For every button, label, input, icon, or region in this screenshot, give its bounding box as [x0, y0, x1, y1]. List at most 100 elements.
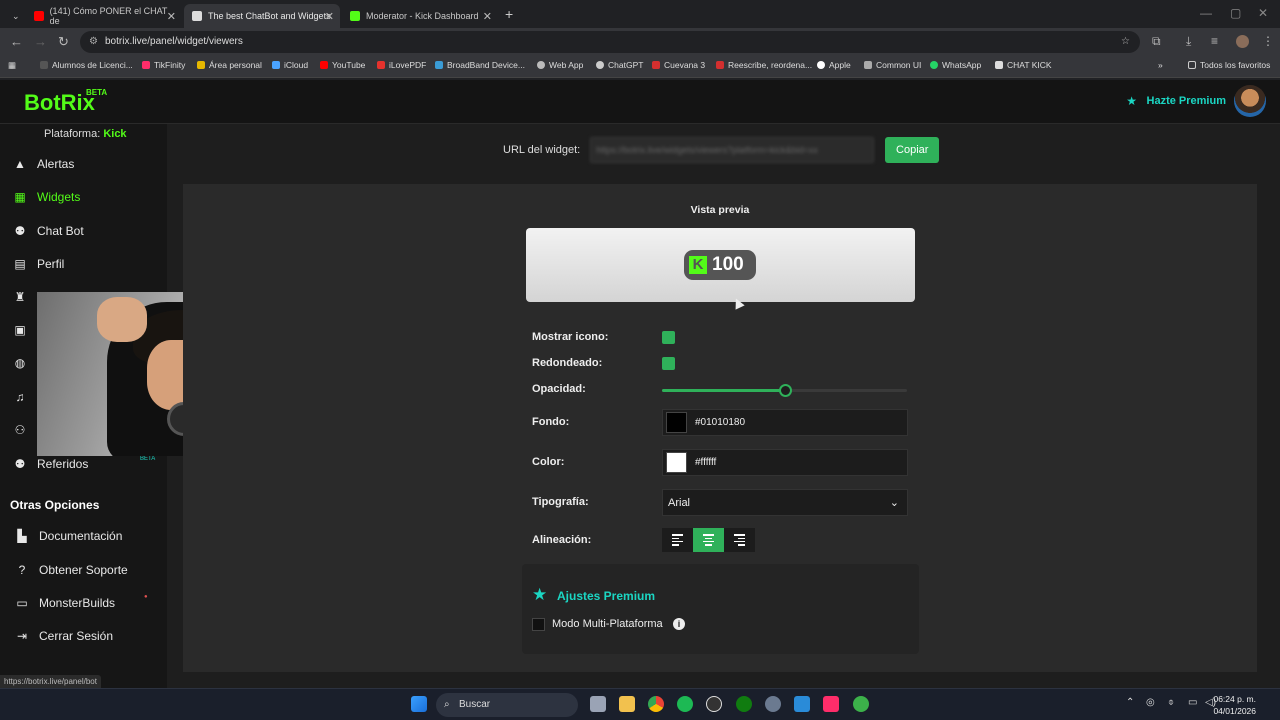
chrome-icon[interactable] — [648, 696, 664, 712]
copy-button[interactable]: Copiar — [885, 137, 940, 163]
microphone-icon[interactable]: ⌽ — [1168, 697, 1174, 708]
bookmark[interactable]: CHAT KICK — [995, 60, 1052, 70]
widget-url-field[interactable]: https://botrix.live/widgets/viewers?plat… — [590, 137, 875, 163]
extensions-icon[interactable]: ⧉ — [1152, 34, 1161, 49]
tab-botrix[interactable]: The best ChatBot and Widgets ✕ — [184, 4, 340, 28]
file-explorer-icon[interactable] — [619, 696, 635, 712]
download-icon[interactable]: ⤓ — [1186, 34, 1191, 49]
bookmark[interactable]: iLovePDF — [377, 60, 426, 70]
minimize-button[interactable]: — — [1200, 6, 1212, 20]
rounded-checkbox[interactable] — [662, 357, 675, 370]
premium-link[interactable]: Hazte Premium — [1147, 95, 1226, 107]
opacity-slider-thumb[interactable] — [778, 384, 792, 397]
bookmark[interactable]: iCloud — [272, 60, 308, 70]
close-icon[interactable]: ✕ — [325, 10, 334, 23]
tab-list-button[interactable]: ⌄ — [4, 4, 26, 28]
viewer-counter: K 100 — [684, 250, 756, 280]
text-color-swatch[interactable] — [666, 452, 687, 473]
font-value: Arial — [668, 497, 691, 509]
taskbar-search[interactable]: ⌕ Buscar — [436, 693, 578, 717]
task-view-icon[interactable] — [590, 696, 606, 712]
profile-avatar[interactable] — [1236, 35, 1249, 48]
xbox-icon[interactable] — [736, 696, 752, 712]
app-icon[interactable] — [853, 696, 869, 712]
youtube-icon — [34, 11, 44, 21]
windows-start-icon[interactable] — [411, 696, 427, 712]
align-left-button[interactable] — [662, 528, 693, 552]
botrix-logo[interactable]: BotRix — [24, 90, 95, 116]
align-center-icon — [703, 534, 714, 546]
bookmark[interactable]: Web App — [537, 60, 583, 70]
sidebar-item-perfil[interactable]: ▤ Perfil — [0, 249, 167, 279]
close-icon[interactable]: ✕ — [167, 10, 176, 23]
close-window-button[interactable]: ✕ — [1258, 6, 1268, 20]
align-button-group — [662, 528, 755, 552]
reload-icon[interactable]: ↻ — [58, 34, 69, 50]
background-swatch[interactable] — [666, 412, 687, 433]
spotify-icon[interactable] — [677, 696, 693, 712]
show-icon-checkbox[interactable] — [662, 331, 675, 344]
tab-youtube[interactable]: (141) Cómo PONER el CHAT de ✕ — [26, 4, 182, 28]
back-icon[interactable]: ← — [10, 34, 23, 49]
apps-icon[interactable]: ▦ — [8, 60, 16, 71]
align-right-button[interactable] — [724, 528, 755, 552]
botrix-app: BotRix BETA ★ Hazte Premium Plataforma: … — [0, 80, 1280, 688]
sidebar-item-cerrar-sesion[interactable]: ⇥ Cerrar Sesión — [0, 621, 167, 651]
sidebar-item-monsterbuilds[interactable]: ▭ MonsterBuilds — [0, 588, 167, 618]
sidebar-item-alertas[interactable]: ▲ Alertas — [0, 149, 167, 179]
background-value: #01010180 — [695, 417, 746, 428]
maximize-button[interactable]: ▢ — [1230, 6, 1241, 20]
bookmark[interactable]: ChatGPT — [596, 60, 643, 70]
sidebar-item-chat-bot[interactable]: ⚉ Chat Bot — [0, 216, 167, 246]
new-badge: ● — [144, 594, 148, 600]
opacity-slider[interactable] — [662, 384, 907, 397]
media-icon[interactable]: ≡ — [1211, 34, 1218, 48]
bookmark[interactable]: YouTube — [320, 60, 365, 70]
forward-icon[interactable]: → — [34, 34, 47, 49]
site-info-icon[interactable]: ⚙ — [89, 31, 98, 53]
star-icon[interactable]: ☆ — [1121, 31, 1130, 53]
align-center-button[interactable] — [693, 528, 724, 552]
text-color-field[interactable]: #ffffff — [662, 449, 908, 476]
new-tab-button[interactable]: + — [505, 6, 513, 22]
referidos-beta-badge: BETA — [140, 456, 156, 462]
photos-icon[interactable] — [794, 696, 810, 712]
trophy-icon: ♜ — [14, 290, 26, 304]
sidebar-item-widgets[interactable]: ▦ Widgets — [0, 182, 167, 212]
bookmark[interactable]: Reescribe, reordena... — [716, 60, 812, 70]
tiktok-icon[interactable] — [823, 696, 839, 712]
menu-icon[interactable]: ⋮ — [1262, 34, 1274, 48]
url-bar[interactable]: ⚙ botrix.live/panel/widget/viewers ☆ — [80, 31, 1140, 53]
color-label: Color: — [532, 456, 565, 468]
settings-icon[interactable] — [765, 696, 781, 712]
bookmark[interactable]: BroadBand Device... — [435, 60, 525, 70]
multi-platform-checkbox[interactable] — [532, 618, 545, 631]
display-icon[interactable]: ▭ — [1188, 697, 1197, 708]
bookmark[interactable]: Apple — [817, 60, 851, 70]
sidebar-item-soporte[interactable]: ? Obtener Soporte — [0, 555, 167, 585]
tray-app-icon[interactable]: ◎ — [1146, 697, 1155, 708]
bookmark[interactable]: Alumnos de Licenci... — [40, 60, 133, 70]
close-icon[interactable]: ✕ — [483, 10, 492, 23]
clock[interactable]: 06:24 p. m. 04/01/2026 — [1213, 693, 1256, 717]
info-icon[interactable]: i — [673, 618, 685, 630]
avatar[interactable] — [1234, 85, 1266, 117]
bookmark[interactable]: Common UI — [864, 60, 921, 70]
obs-icon[interactable] — [706, 696, 722, 712]
widget-url-label: URL del widget: — [503, 144, 581, 156]
bookmark[interactable]: Cuevana 3 — [652, 60, 705, 70]
bookmark[interactable]: TikFinity — [142, 60, 185, 70]
tab-kick[interactable]: Moderator - Kick Dashboard ✕ — [342, 4, 498, 28]
sidebar-item-documentacion[interactable]: ▙ Documentación — [0, 521, 167, 551]
background-color-field[interactable]: #01010180 — [662, 409, 908, 436]
bookmark[interactable]: WhatsApp — [930, 60, 981, 70]
preview-title: Vista previa — [690, 204, 750, 216]
all-bookmarks[interactable]: Todos los favoritos — [1188, 60, 1270, 70]
link-status: https://botrix.live/panel/bot — [0, 675, 101, 688]
tray-chevron-icon[interactable]: ⌃ — [1126, 697, 1134, 708]
address-toolbar: ← → ↻ ⚙ botrix.live/panel/widget/viewers… — [0, 28, 1280, 56]
text-color-value: #ffffff — [695, 457, 717, 468]
bookmark[interactable]: Área personal — [197, 60, 262, 70]
more-bookmarks-icon[interactable]: » — [1158, 60, 1163, 70]
font-select[interactable]: Arial ⌄ — [662, 489, 908, 516]
